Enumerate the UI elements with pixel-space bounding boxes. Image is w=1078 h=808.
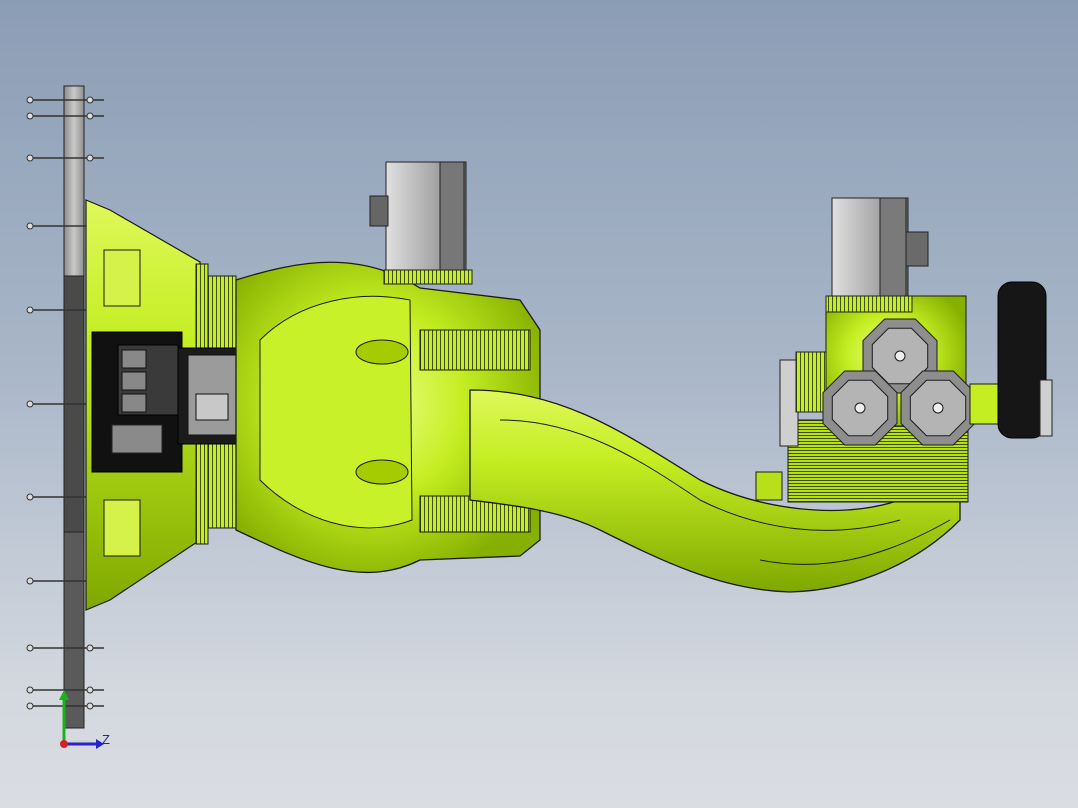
cad-viewport[interactable]: Z [0, 0, 1078, 808]
tool-flange[interactable] [969, 281, 1053, 439]
gearhead[interactable] [900, 370, 976, 446]
wrist-motor[interactable] [825, 197, 929, 313]
gearhead[interactable] [822, 370, 898, 446]
robot-arm-model[interactable] [0, 0, 1078, 808]
axis2-motor[interactable] [369, 161, 473, 285]
z-axis-label: Z [102, 732, 110, 747]
base-plate[interactable] [63, 85, 85, 729]
